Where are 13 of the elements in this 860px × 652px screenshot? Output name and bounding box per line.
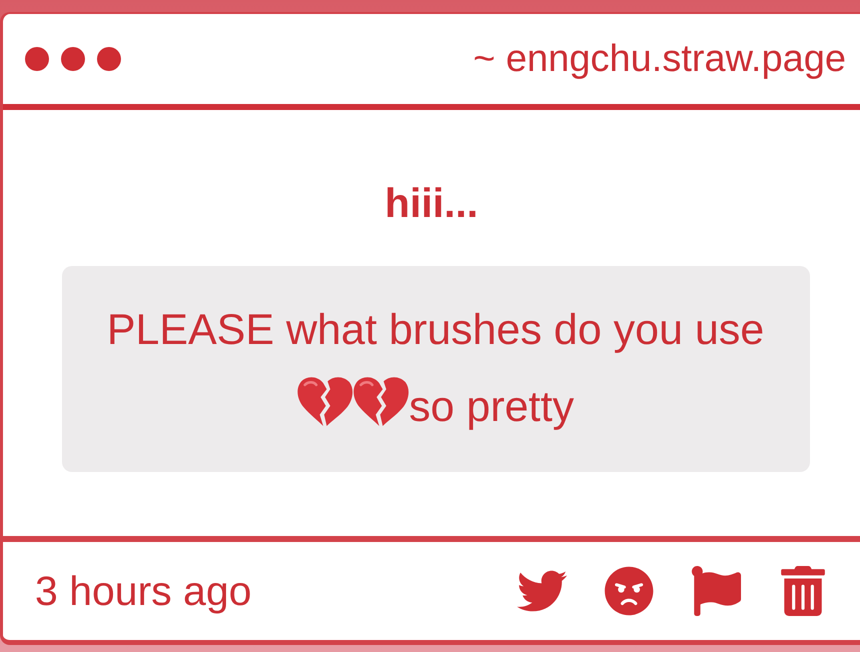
action-button[interactable] <box>778 566 828 616</box>
post-title: hiii... <box>384 180 478 226</box>
message-text: so pretty <box>409 383 574 431</box>
broken-heart-icon <box>353 376 410 427</box>
action-button[interactable] <box>691 566 741 616</box>
page-url[interactable]: ~ enngchu.straw.page <box>473 36 846 82</box>
broken-heart-icon <box>297 376 354 427</box>
flag-icon <box>691 566 741 616</box>
delete-icon <box>778 566 828 616</box>
timestamp: 3 hours ago <box>35 567 252 615</box>
angry-face-icon <box>604 566 654 616</box>
action-button[interactable] <box>604 566 654 616</box>
message-text: PLEASE what brushes do you use <box>106 306 764 354</box>
